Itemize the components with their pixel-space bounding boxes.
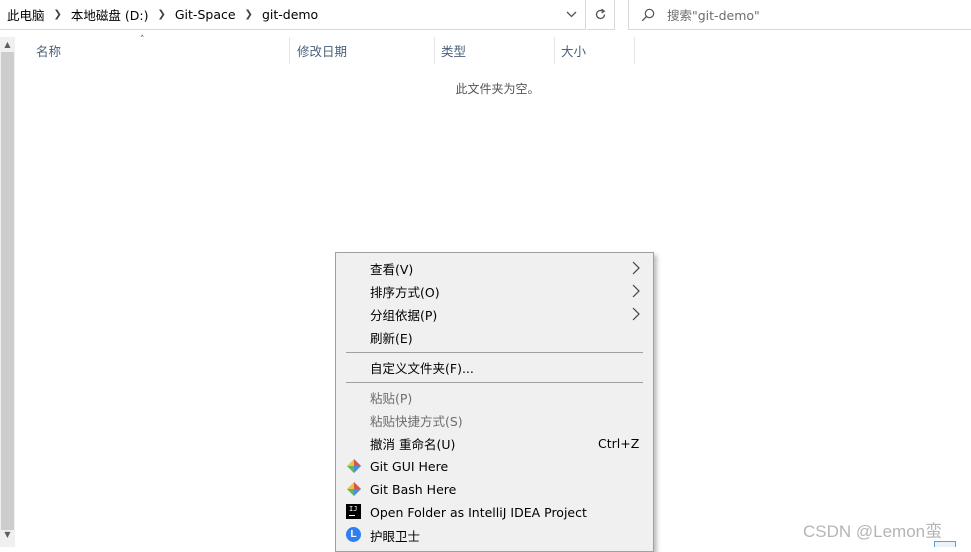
chevron-down-icon <box>566 11 576 18</box>
refresh-icon <box>595 8 606 20</box>
menu-item-git-bash[interactable]: Git Bash Here <box>336 478 653 501</box>
menu-item-label: 自定义文件夹(F)... <box>370 361 474 376</box>
chevron-right-icon[interactable]: ❯ <box>54 9 62 20</box>
column-header-name[interactable]: 名称 <box>30 37 290 64</box>
menu-item-label: 排序方式(O) <box>370 285 440 300</box>
chevron-right-icon[interactable]: ❯ <box>157 9 165 20</box>
menu-item-label: 刷新(E) <box>370 331 413 346</box>
column-header-type-label: 类型 <box>441 44 467 59</box>
git-diamond-icon <box>347 459 361 473</box>
menu-item-group-by[interactable]: 分组依据(P) <box>336 303 653 326</box>
chevron-right-icon[interactable]: ❯ <box>245 9 253 20</box>
menu-item-label: 粘贴(P) <box>370 391 413 406</box>
menu-item-label: 分组依据(P) <box>370 308 438 323</box>
column-header-name-label: 名称 <box>36 44 62 59</box>
menu-item-label: Open Folder as IntelliJ IDEA Project <box>370 505 587 520</box>
breadcrumb-this-pc[interactable]: 此电脑 <box>6 5 46 24</box>
intellij-idea-icon: IJ <box>346 504 362 520</box>
menu-item-paste-shortcut[interactable]: 粘贴快捷方式(S) <box>336 409 653 432</box>
breadcrumb-git-space[interactable]: Git-Space <box>174 7 237 22</box>
context-menu: 查看(V) 排序方式(O) 分组依据(P) 刷新(E) 自定义文件夹(F)...… <box>335 252 654 552</box>
menu-item-customize-folder[interactable]: 自定义文件夹(F)... <box>336 356 653 379</box>
refresh-button[interactable] <box>587 0 615 30</box>
breadcrumb: 此电脑 ❯ 本地磁盘 (D:) ❯ Git-Space ❯ git-demo <box>0 0 319 29</box>
column-headers: 名称 修改日期 类型 大小 <box>15 37 971 64</box>
chevron-right-icon <box>632 284 640 298</box>
menu-item-label: 查看(V) <box>370 262 414 277</box>
menu-item-label: 撤消 重命名(U) <box>370 437 456 452</box>
search-input[interactable]: 搜索"git-demo" <box>667 5 760 24</box>
menu-item-view[interactable]: 查看(V) <box>336 257 653 280</box>
address-bar[interactable]: 此电脑 ❯ 本地磁盘 (D:) ❯ Git-Space ❯ git-demo <box>0 0 586 30</box>
menu-item-label: Git Bash Here <box>370 482 457 497</box>
scrollbar-thumb[interactable] <box>1 52 14 530</box>
menu-item-paste[interactable]: 粘贴(P) <box>336 386 653 409</box>
menu-item-sort-by[interactable]: 排序方式(O) <box>336 280 653 303</box>
column-header-size[interactable]: 大小 <box>555 37 635 64</box>
toolbar: 此电脑 ❯ 本地磁盘 (D:) ❯ Git-Space ❯ git-demo 搜… <box>0 0 971 30</box>
menu-item-shortcut: Ctrl+Z <box>598 436 640 451</box>
column-header-modified[interactable]: 修改日期 <box>291 37 435 64</box>
column-header-modified-label: 修改日期 <box>297 44 348 59</box>
menu-item-label: Git GUI Here <box>370 459 449 474</box>
scroll-down-icon[interactable]: ▼ <box>0 527 15 542</box>
menu-item-open-intellij[interactable]: IJ Open Folder as IntelliJ IDEA Project <box>336 501 653 524</box>
menu-item-label: 护眼卫士 <box>370 529 421 544</box>
eye-guard-icon: L <box>346 527 362 543</box>
menu-item-refresh[interactable]: 刷新(E) <box>336 326 653 349</box>
breadcrumb-local-disk-d[interactable]: 本地磁盘 (D:) <box>70 5 150 24</box>
menu-item-git-gui[interactable]: Git GUI Here <box>336 455 653 478</box>
watermark: CSDN @Lemon蛮 <box>803 522 943 541</box>
chevron-right-icon <box>632 261 640 275</box>
chevron-right-icon <box>632 307 640 321</box>
taskbar-preview-edge <box>934 541 956 547</box>
menu-separator <box>346 382 643 383</box>
column-header-type[interactable]: 类型 <box>435 37 555 64</box>
column-header-size-label: 大小 <box>561 44 587 59</box>
breadcrumb-git-demo[interactable]: git-demo <box>261 7 319 22</box>
menu-separator <box>346 352 643 353</box>
search-icon <box>629 8 667 22</box>
menu-item-label: 粘贴快捷方式(S) <box>370 414 463 429</box>
menu-item-undo-rename[interactable]: 撤消 重命名(U) Ctrl+Z <box>336 432 653 455</box>
git-diamond-icon <box>347 482 361 496</box>
vertical-scrollbar[interactable]: ▲ ▼ <box>0 37 15 547</box>
scroll-up-icon[interactable]: ▲ <box>0 37 15 52</box>
empty-folder-message: 此文件夹为空。 <box>455 82 540 96</box>
menu-item-eye-guard[interactable]: L 护眼卫士 <box>336 524 653 547</box>
search-box[interactable]: 搜索"git-demo" <box>628 0 971 30</box>
address-dropdown-button[interactable] <box>556 0 586 29</box>
